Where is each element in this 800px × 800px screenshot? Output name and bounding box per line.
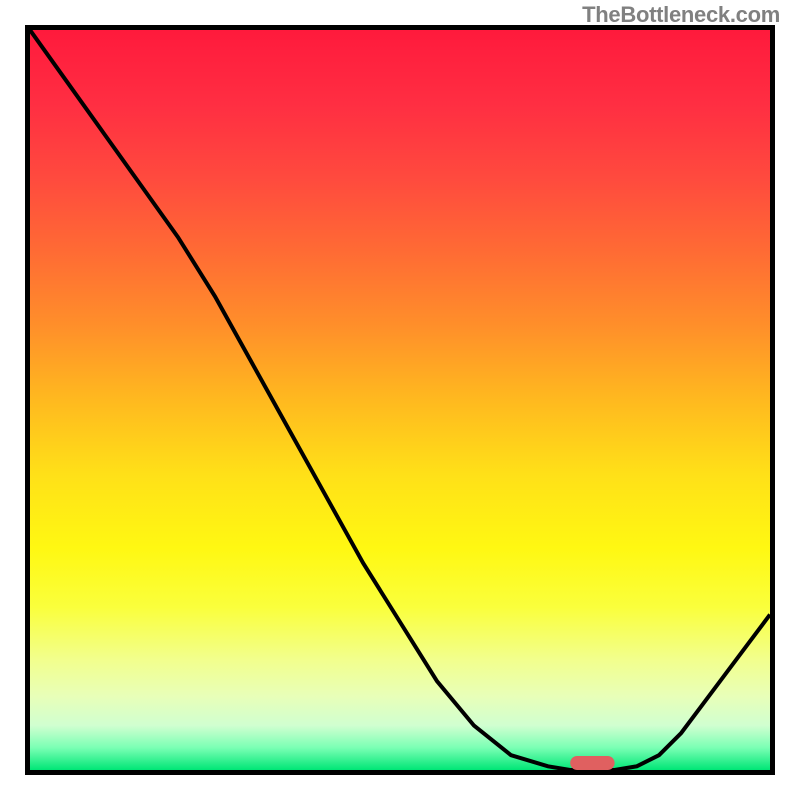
chart-frame: TheBottleneck.com <box>0 0 800 800</box>
plot-border <box>25 25 775 775</box>
